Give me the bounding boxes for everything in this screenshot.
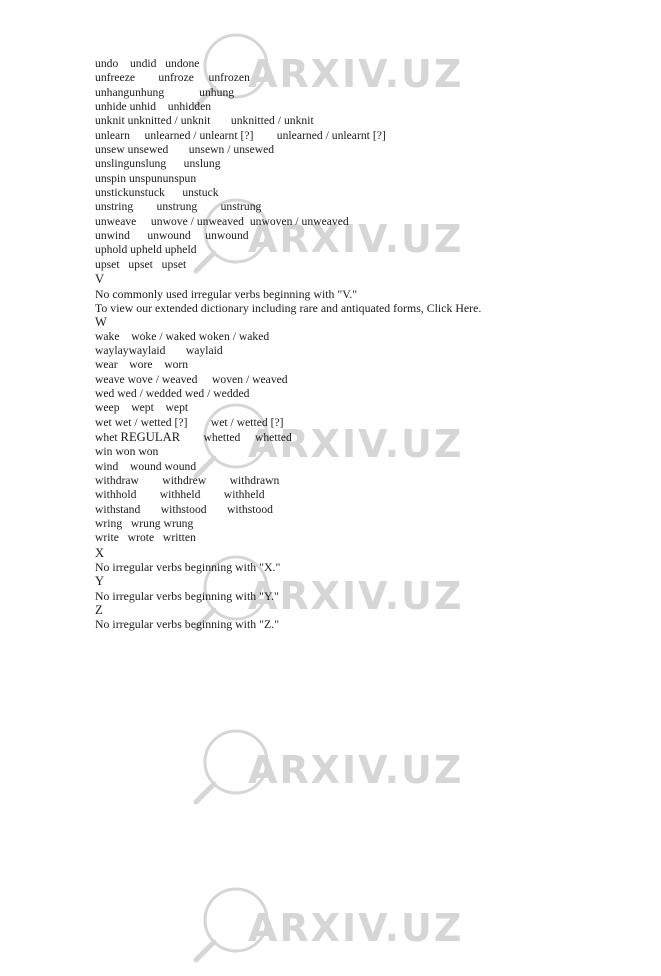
section-heading: V	[95, 272, 105, 287]
verb-row: whet REGULAR whetted whetted	[95, 430, 640, 445]
watermark-text: ARXIV.UZ	[248, 906, 464, 950]
verb-forms: whetted whetted	[180, 430, 292, 444]
verb-row: unknit unknitted / unknit unknitted / un…	[95, 114, 314, 128]
verb-row: wear wore worn	[95, 358, 189, 372]
watermark-arxiv-uz: ARXIV.UZ	[186, 880, 476, 976]
section-heading: W	[95, 315, 107, 330]
verb-row: weep wept wept	[95, 401, 189, 415]
section-note: No irregular verbs beginning with "Y."	[95, 588, 279, 603]
section-note: No irregular verbs beginning with "Z."	[95, 617, 280, 632]
verb-row: waylaywaylaid waylaid	[95, 343, 223, 357]
verb-list: undo undid undone unfreeze unfroze unfroz…	[95, 57, 640, 632]
verb-row: win won won	[95, 445, 159, 459]
verb-row: unlearn unlearned / unlearnt [?] unlearn…	[95, 128, 386, 142]
verb-row: undo undid undone	[95, 57, 200, 70]
verb-row: wet wet / wetted [?] wet / wetted [?]	[95, 415, 284, 429]
verb-row: unwind unwound unwound	[95, 229, 249, 243]
section-heading: Y	[95, 574, 105, 589]
verb-row: unsew unsewed unsewn / unsewed	[95, 143, 275, 157]
section-note: No commonly used irregular verbs beginni…	[95, 286, 358, 301]
section-note: No irregular verbs beginning with "X."	[95, 560, 281, 575]
verb-row: unfreeze unfroze unfrozen	[95, 71, 250, 85]
verb-row: unstring unstrung unstrung	[95, 200, 262, 214]
verb-row: unstickunstuck unstuck	[95, 186, 219, 200]
magnifier-icon	[186, 722, 282, 818]
section-note: To view our extended dictionary includin…	[95, 300, 482, 315]
verb-row: withstand withstood withstood	[95, 502, 273, 516]
verb-row: wring wrung wrung	[95, 517, 194, 530]
magnifier-icon	[186, 880, 282, 976]
verb-row: upset upset upset	[95, 257, 187, 271]
verb-row: wind wound wound	[95, 459, 197, 473]
section-heading: X	[95, 545, 105, 560]
verb-row: weave wove / weaved woven / weaved	[95, 372, 288, 386]
verb-row: write wrote written	[95, 531, 196, 545]
verb-row: unspin unspununspun	[95, 171, 197, 185]
verb-row: withhold withheld withheld	[95, 488, 265, 502]
verb-row: wed wed / wedded wed / wedded	[95, 386, 250, 400]
regular-marker: REGULAR	[120, 429, 181, 444]
verb-row: uphold upheld upheld	[95, 243, 197, 257]
verb-row: unweave unwove / unweaved unwoven / unwe…	[95, 214, 349, 228]
verb-row: wake woke / waked woken / waked	[95, 329, 270, 343]
verb-row: unslingunslung unslung	[95, 157, 221, 171]
verb-row: unhide unhid unhidden	[95, 100, 212, 114]
verb-base: whet	[95, 430, 121, 444]
watermark-arxiv-uz: ARXIV.UZ	[186, 722, 476, 818]
verb-row: withdraw withdrew withdrawn	[95, 473, 280, 487]
verb-row: unhangunhung unhung	[95, 85, 235, 99]
section-heading: Z	[95, 603, 103, 618]
watermark-text: ARXIV.UZ	[248, 748, 464, 792]
